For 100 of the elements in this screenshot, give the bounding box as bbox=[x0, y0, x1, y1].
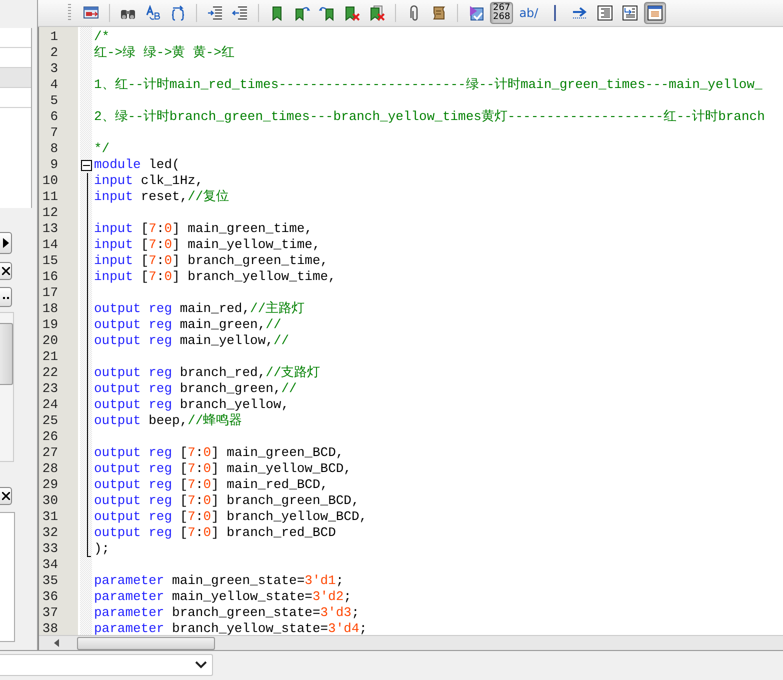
chevron-down-icon bbox=[195, 661, 207, 669]
code-line: 2、绿--计时branch_green_times---branch_yellow_times黄灯--------------------红--计时branch bbox=[94, 109, 766, 125]
close-button[interactable] bbox=[0, 262, 12, 280]
code-line: parameter branch_green_state=3'd3; bbox=[94, 605, 360, 621]
line-number: 34 bbox=[41, 557, 58, 573]
expand-button[interactable] bbox=[0, 232, 12, 254]
line-number: 18 bbox=[41, 301, 58, 317]
line-number: 4 bbox=[49, 77, 58, 93]
line-number: 3 bbox=[49, 61, 58, 77]
code-line: 红->绿 绿->黄 黄->红 bbox=[94, 45, 236, 61]
line-number: 6 bbox=[49, 109, 58, 125]
bookmark-arrow-icon bbox=[294, 5, 310, 21]
line-number: 24 bbox=[41, 397, 58, 413]
line-number: 14 bbox=[41, 237, 58, 253]
line-number: 9 bbox=[49, 157, 58, 173]
scroll-left-icon bbox=[54, 639, 60, 647]
code-line: module led( bbox=[94, 157, 181, 173]
line-number: 23 bbox=[41, 381, 58, 397]
line-number: 17 bbox=[41, 285, 58, 301]
line-number: 2 bbox=[49, 45, 58, 61]
line-number: 26 bbox=[41, 429, 58, 445]
code-line: output reg [7:0] branch_yellow_BCD, bbox=[94, 509, 368, 525]
replace-icon bbox=[145, 5, 161, 21]
scrollbar[interactable] bbox=[0, 312, 14, 462]
line-number: 27 bbox=[41, 445, 58, 461]
code-line: output reg main_green,// bbox=[94, 317, 282, 333]
code-line: ); bbox=[94, 541, 111, 557]
lines-icon bbox=[597, 5, 614, 21]
line-number: 22 bbox=[41, 365, 58, 381]
code-line: output reg [7:0] main_yellow_BCD, bbox=[94, 461, 352, 477]
word-wrap-button[interactable]: ab/ bbox=[516, 2, 542, 24]
bookmark-delete-icon bbox=[369, 5, 385, 21]
line-number: 21 bbox=[41, 349, 58, 365]
code-line: */ bbox=[94, 141, 111, 157]
line-number: 13 bbox=[41, 221, 58, 237]
line-number: 31 bbox=[41, 509, 58, 525]
code-line: input [7:0] branch_yellow_time, bbox=[94, 269, 337, 285]
line-number: 16 bbox=[41, 269, 58, 285]
close-button[interactable] bbox=[0, 487, 12, 505]
code-line: output reg [7:0] branch_green_BCD, bbox=[94, 493, 360, 509]
code-line: output reg [7:0] main_green_BCD, bbox=[94, 445, 345, 461]
code-line: output reg main_yellow,// bbox=[94, 333, 290, 349]
outdent-icon bbox=[232, 5, 248, 21]
code-line: input [7:0] branch_green_time, bbox=[94, 253, 330, 269]
close-icon bbox=[2, 492, 10, 500]
code-line: output reg [7:0] branch_red_BCD bbox=[94, 525, 337, 541]
line-number: 5 bbox=[49, 93, 58, 109]
line-number: 1 bbox=[49, 29, 58, 45]
line-number: 19 bbox=[41, 317, 58, 333]
more-button[interactable] bbox=[0, 287, 12, 307]
code-line: 1、红--计时main_red_times------------------------绿--计时main_green_times---main_yellow_ bbox=[94, 77, 764, 93]
line-number: 35 bbox=[41, 573, 58, 589]
line-number: 37 bbox=[41, 605, 58, 621]
bookmark-arrow-icon bbox=[319, 5, 335, 21]
code-line: output beep,//蜂鸣器 bbox=[94, 413, 244, 429]
code-line: output reg branch_red,//支路灯 bbox=[94, 365, 322, 381]
line-number: 10 bbox=[41, 173, 58, 189]
line-number: 30 bbox=[41, 493, 58, 509]
code-line: /* bbox=[94, 29, 111, 45]
line-number: 38 bbox=[41, 621, 58, 635]
close-icon bbox=[2, 267, 10, 275]
line-numbers-button[interactable]: 267 268 bbox=[490, 2, 514, 24]
dots-icon bbox=[2, 296, 10, 298]
code-line: input [7:0] main_yellow_time, bbox=[94, 237, 322, 253]
line-number: 36 bbox=[41, 589, 58, 605]
arrow-icon bbox=[572, 5, 588, 21]
code-line: input [7:0] main_green_time, bbox=[94, 221, 314, 237]
code-line: output reg [7:0] main_red_BCD, bbox=[94, 477, 330, 493]
indent-icon bbox=[207, 5, 223, 21]
code-line: parameter main_yellow_state=3'd2; bbox=[94, 589, 352, 605]
code-line: output reg branch_green,// bbox=[94, 381, 298, 397]
line-number: 20 bbox=[41, 333, 58, 349]
code-line: output reg branch_yellow, bbox=[94, 397, 290, 413]
line-number: 32 bbox=[41, 525, 58, 541]
line-number: 29 bbox=[41, 477, 58, 493]
code-line: input clk_1Hz, bbox=[94, 173, 204, 189]
bar-icon bbox=[554, 5, 556, 21]
line-number: 8 bbox=[49, 141, 58, 157]
window-icon bbox=[647, 5, 664, 21]
play-icon bbox=[2, 238, 9, 248]
code-line: output reg main_red,//主路灯 bbox=[94, 301, 306, 317]
code-line: input reset,//复位 bbox=[94, 189, 230, 205]
line-number: 15 bbox=[41, 253, 58, 269]
code-line: parameter main_green_state=3'd1; bbox=[94, 573, 345, 589]
line-number: 11 bbox=[41, 189, 58, 205]
play-check-icon bbox=[468, 5, 484, 21]
fold-toggle[interactable] bbox=[81, 160, 92, 171]
braces-icon bbox=[170, 5, 186, 21]
bookmark-delete-icon bbox=[344, 5, 360, 21]
line-number: 33 bbox=[41, 541, 58, 557]
indent-icon bbox=[622, 5, 638, 21]
code-line: parameter branch_yellow_state=3'd4; bbox=[94, 621, 368, 635]
line-number: 12 bbox=[41, 205, 58, 221]
window-export-icon bbox=[83, 5, 99, 21]
horizontal-scrollbar[interactable] bbox=[39, 635, 783, 650]
line-number: 25 bbox=[41, 413, 58, 429]
line-number: 7 bbox=[49, 125, 58, 141]
scroll-icon bbox=[431, 5, 447, 21]
line-number: 28 bbox=[41, 461, 58, 477]
toolbar-button[interactable] bbox=[644, 2, 666, 24]
